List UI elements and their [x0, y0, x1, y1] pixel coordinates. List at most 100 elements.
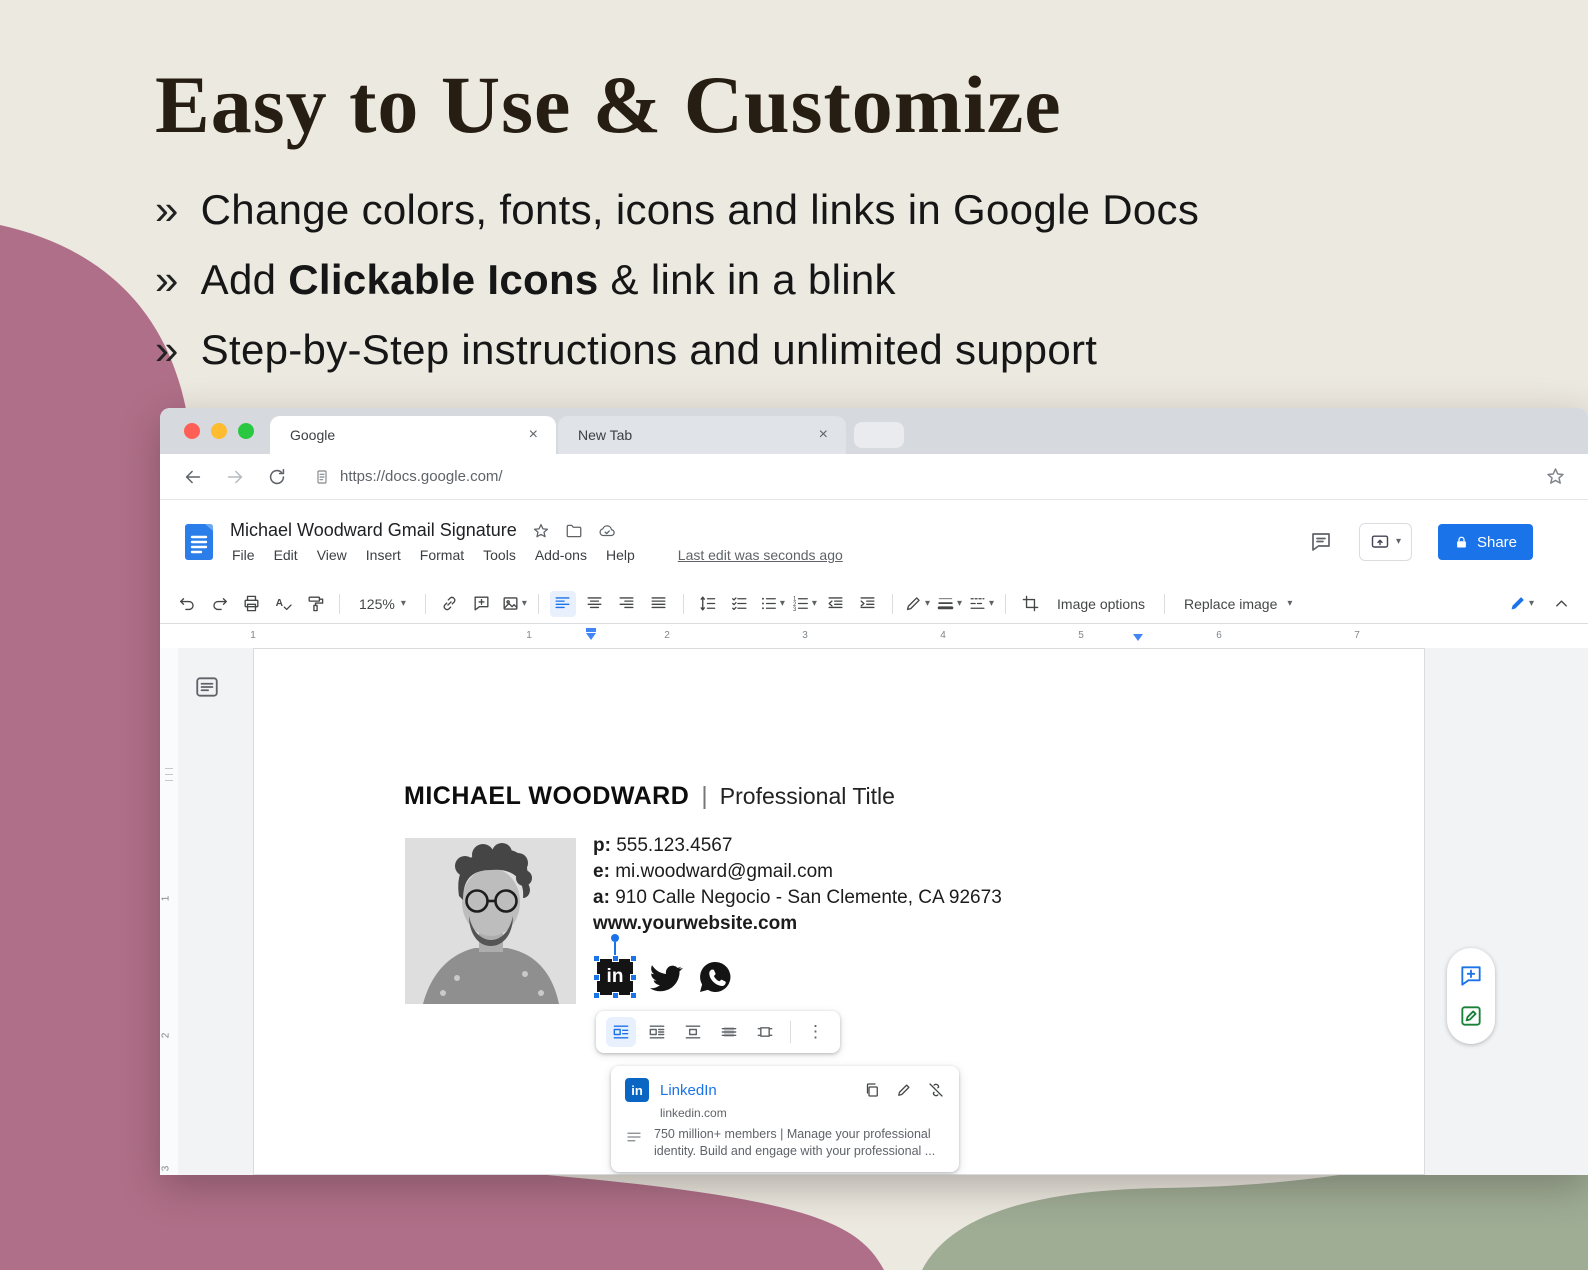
- ruler-number: 4: [940, 630, 946, 641]
- zoom-select[interactable]: 125% ▾: [351, 596, 414, 612]
- hide-menus-button[interactable]: [1548, 591, 1574, 617]
- line-spacing-button[interactable]: [695, 591, 721, 617]
- tab-close-icon[interactable]: ×: [525, 425, 542, 445]
- align-left-button[interactable]: [549, 590, 576, 617]
- browser-toolbar: https://docs.google.com/: [160, 454, 1588, 500]
- forward-icon[interactable]: [224, 466, 246, 488]
- wrap-text-button[interactable]: [642, 1017, 672, 1047]
- numbered-list-button[interactable]: 1 2 3 ▾: [791, 591, 817, 617]
- add-comment-icon[interactable]: [1458, 963, 1484, 989]
- paint-format-button[interactable]: [302, 591, 328, 617]
- reload-icon[interactable]: [266, 466, 288, 488]
- page-icon: [317, 469, 327, 484]
- linkedin-icon[interactable]: in: [597, 959, 633, 995]
- menu-help[interactable]: Help: [604, 546, 637, 564]
- address-bar[interactable]: https://docs.google.com/: [314, 468, 1525, 485]
- crop-image-button[interactable]: [1017, 591, 1043, 617]
- google-docs-icon[interactable]: [184, 522, 214, 562]
- align-center-button[interactable]: [582, 591, 608, 617]
- print-button[interactable]: [238, 591, 264, 617]
- break-text-button[interactable]: [678, 1017, 708, 1047]
- tab-close-icon[interactable]: ×: [815, 425, 832, 445]
- border-color-button[interactable]: ▾: [904, 591, 930, 617]
- border-dash-button[interactable]: ▾: [968, 591, 994, 617]
- replace-image-button[interactable]: Replace image ▾: [1176, 591, 1292, 617]
- add-reaction-icon[interactable]: [1458, 1003, 1484, 1029]
- spellcheck-button[interactable]: A: [270, 591, 296, 617]
- border-weight-button[interactable]: ▾: [936, 591, 962, 617]
- new-tab-button[interactable]: [854, 422, 904, 448]
- signature-contact-block[interactable]: p: 555.123.4567 e: mi.woodward@gmail.com…: [593, 833, 1002, 937]
- cloud-status-icon[interactable]: [598, 522, 616, 540]
- selection-handle[interactable]: [612, 955, 619, 962]
- hero-bullet: » Add Clickable Icons & link in a blink: [155, 256, 1475, 304]
- justify-button[interactable]: [646, 591, 672, 617]
- twitter-icon[interactable]: [647, 959, 683, 995]
- menu-tools[interactable]: Tools: [481, 546, 518, 564]
- tab-new-tab[interactable]: New Tab ×: [558, 416, 846, 454]
- tab-google[interactable]: Google ×: [270, 416, 556, 454]
- undo-button[interactable]: [174, 591, 200, 617]
- selection-handle[interactable]: [630, 992, 637, 999]
- bullet-marker: »: [155, 326, 179, 373]
- selection-handle[interactable]: [593, 955, 600, 962]
- profile-photo[interactable]: [405, 838, 576, 1004]
- insert-link-button[interactable]: [437, 591, 463, 617]
- comment-history-icon[interactable]: [1309, 530, 1333, 554]
- behind-text-button[interactable]: [714, 1017, 744, 1047]
- selection-handle[interactable]: [593, 974, 600, 981]
- present-button[interactable]: ▾: [1358, 523, 1412, 561]
- selection-handle[interactable]: [630, 974, 637, 981]
- menu-edit[interactable]: Edit: [272, 546, 300, 564]
- last-edit-link[interactable]: Last edit was seconds ago: [678, 547, 843, 563]
- toolbar-separator: [682, 593, 684, 614]
- selection-handle[interactable]: [593, 992, 600, 999]
- close-window-button[interactable]: [184, 423, 200, 439]
- ruler-number: 1: [160, 895, 172, 902]
- document-page[interactable]: MICHAEL WOODWARD | Professional Title p:…: [253, 648, 1425, 1175]
- menu-insert[interactable]: Insert: [364, 546, 403, 564]
- document-outline-icon[interactable]: [194, 674, 220, 700]
- selection-handle[interactable]: [630, 955, 637, 962]
- url-text: https://docs.google.com/: [340, 468, 503, 485]
- star-doc-icon[interactable]: [532, 522, 550, 540]
- right-indent-marker[interactable]: [1133, 634, 1143, 641]
- bulleted-list-button[interactable]: ▾: [759, 591, 785, 617]
- linkedin-image-selected[interactable]: in: [593, 934, 637, 999]
- selection-handle[interactable]: [612, 992, 619, 999]
- insert-image-button[interactable]: ▾: [501, 591, 527, 617]
- copy-link-icon[interactable]: [863, 1081, 881, 1099]
- link-title[interactable]: LinkedIn: [660, 1082, 717, 1099]
- caret-down-icon: ▾: [989, 597, 995, 609]
- menu-view[interactable]: View: [315, 546, 349, 564]
- bookmark-star-icon[interactable]: [1545, 466, 1566, 487]
- decrease-indent-button[interactable]: [823, 591, 849, 617]
- rotate-handle[interactable]: [611, 934, 619, 942]
- increase-indent-button[interactable]: [855, 591, 881, 617]
- ruler-number: 5: [1078, 630, 1084, 641]
- wrap-inline-button[interactable]: [606, 1017, 636, 1047]
- menu-file[interactable]: File: [230, 546, 257, 564]
- insert-comment-button[interactable]: [469, 591, 495, 617]
- redo-button[interactable]: [206, 591, 232, 617]
- in-front-of-text-button[interactable]: [750, 1017, 780, 1047]
- move-folder-icon[interactable]: [565, 522, 583, 540]
- share-button[interactable]: Share: [1437, 524, 1533, 560]
- image-options-button[interactable]: Image options: [1049, 596, 1153, 612]
- more-options-icon[interactable]: ⋮: [801, 1022, 830, 1042]
- caret-down-icon: ▾: [1287, 597, 1293, 609]
- minimize-window-button[interactable]: [211, 423, 227, 439]
- edit-link-icon[interactable]: [895, 1081, 913, 1099]
- editing-mode-button[interactable]: ▾: [1508, 591, 1534, 617]
- doc-title[interactable]: Michael Woodward Gmail Signature: [230, 520, 517, 541]
- menu-addons[interactable]: Add-ons: [533, 546, 589, 564]
- checklist-button[interactable]: [727, 591, 753, 617]
- align-right-button[interactable]: [614, 591, 640, 617]
- remove-link-icon[interactable]: [927, 1081, 945, 1099]
- menu-format[interactable]: Format: [418, 546, 466, 564]
- whatsapp-icon[interactable]: [697, 959, 733, 995]
- zoom-window-button[interactable]: [238, 423, 254, 439]
- left-indent-marker[interactable]: [586, 628, 596, 640]
- back-icon[interactable]: [182, 466, 204, 488]
- toolbar-separator: [537, 593, 539, 614]
